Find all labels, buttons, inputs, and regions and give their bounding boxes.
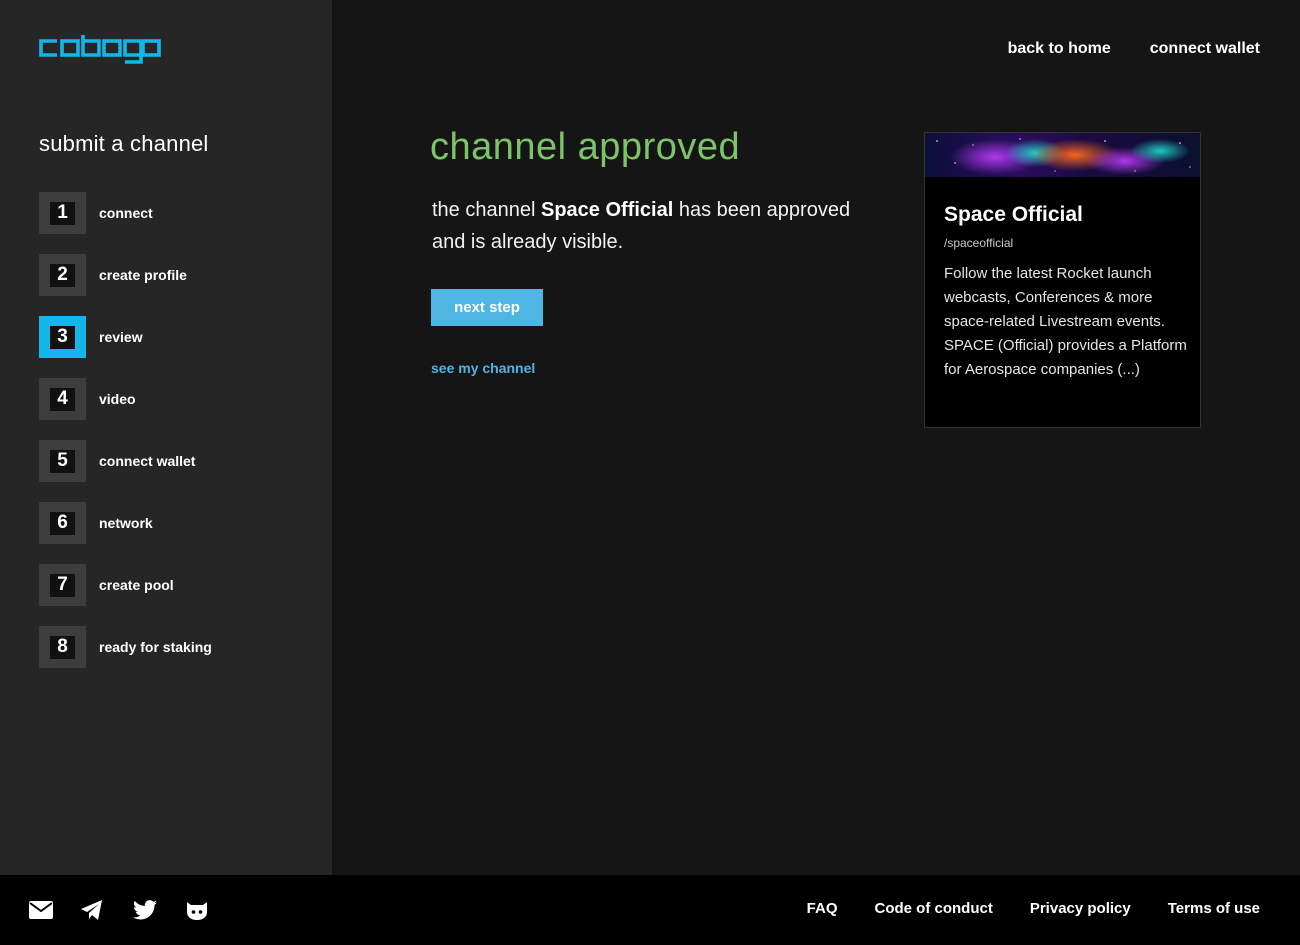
step-number: 5	[50, 449, 75, 473]
step-connect[interactable]: 1 connect	[39, 192, 299, 234]
back-to-home-link[interactable]: back to home	[1008, 40, 1111, 58]
step-number: 6	[50, 511, 75, 535]
sidebar-title: submit a channel	[39, 131, 209, 156]
approval-message: the channel Space Official has been appr…	[432, 194, 852, 258]
step-number-box: 2	[39, 254, 86, 296]
footer-links: FAQ Code of conduct Privacy policy Terms…	[807, 900, 1260, 917]
footer: FAQ Code of conduct Privacy policy Terms…	[0, 875, 1300, 945]
cobogo-logo-icon	[39, 35, 161, 64]
step-number: 2	[50, 263, 75, 287]
sidebar: submit a channel 1 connect 2 create prof…	[0, 0, 332, 875]
step-connect-wallet[interactable]: 5 connect wallet	[39, 440, 299, 482]
step-number-box: 8	[39, 626, 86, 668]
step-number-box: 5	[39, 440, 86, 482]
step-number-box: 6	[39, 502, 86, 544]
step-label: network	[99, 515, 153, 531]
step-number: 7	[50, 573, 75, 597]
step-network[interactable]: 6 network	[39, 502, 299, 544]
step-number: 4	[50, 387, 75, 411]
step-number: 3	[50, 325, 75, 349]
step-number: 8	[50, 635, 75, 659]
privacy-policy-link[interactable]: Privacy policy	[1030, 900, 1131, 917]
step-review[interactable]: 3 review	[39, 316, 299, 358]
connect-wallet-link[interactable]: connect wallet	[1150, 40, 1260, 58]
step-label: video	[99, 391, 136, 407]
channel-name: Space Official	[540, 199, 674, 221]
step-number-box: 4	[39, 378, 86, 420]
social-links	[29, 897, 237, 923]
step-create-pool[interactable]: 7 create pool	[39, 564, 299, 606]
page-title: channel approved	[430, 126, 741, 168]
step-video[interactable]: 4 video	[39, 378, 299, 420]
step-label: connect	[99, 205, 153, 221]
step-number: 1	[50, 201, 75, 225]
channel-banner-image	[925, 133, 1200, 177]
cobogo-logo[interactable]	[39, 34, 161, 64]
step-label: create pool	[99, 577, 174, 593]
card-title: Space Official	[944, 203, 1083, 226]
terms-of-use-link[interactable]: Terms of use	[1168, 900, 1260, 917]
step-label: ready for staking	[99, 639, 212, 655]
code-of-conduct-link[interactable]: Code of conduct	[875, 900, 993, 917]
mail-icon[interactable]	[29, 897, 81, 923]
github-icon[interactable]	[185, 897, 237, 923]
channel-card[interactable]: Space Official /spaceofficial Follow the…	[924, 132, 1201, 428]
step-number-box: 7	[39, 564, 86, 606]
card-handle: /spaceofficial	[944, 236, 1014, 250]
message-prefix: the channel	[432, 199, 541, 221]
top-nav: back to home connect wallet	[1008, 40, 1260, 58]
telegram-icon[interactable]	[81, 897, 133, 923]
faq-link[interactable]: FAQ	[807, 900, 838, 917]
step-label: create profile	[99, 267, 187, 283]
step-number-box: 1	[39, 192, 86, 234]
see-my-channel-link[interactable]: see my channel	[431, 360, 535, 376]
twitter-icon[interactable]	[133, 897, 185, 923]
step-number-box: 3	[39, 316, 86, 358]
card-description: Follow the latest Rocket launch webcasts…	[944, 265, 1187, 378]
step-label: connect wallet	[99, 453, 196, 469]
step-create-profile[interactable]: 2 create profile	[39, 254, 299, 296]
next-step-button[interactable]: next step	[431, 289, 543, 326]
step-label: review	[99, 329, 143, 345]
step-ready-for-staking[interactable]: 8 ready for staking	[39, 626, 299, 668]
